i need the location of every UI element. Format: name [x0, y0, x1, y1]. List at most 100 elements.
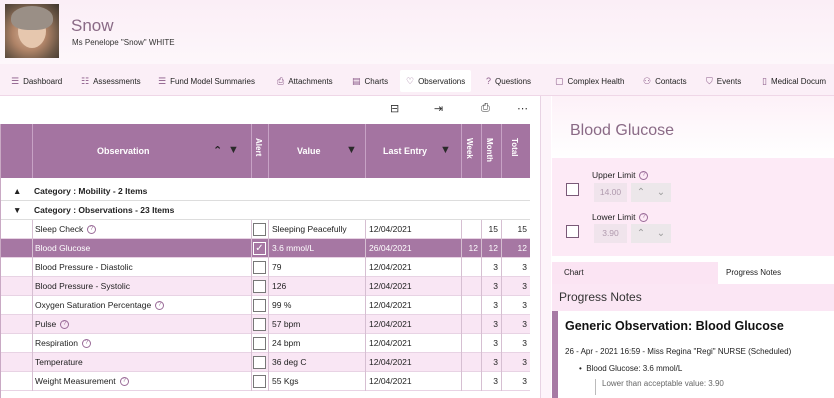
column-header-total[interactable]: Total [502, 124, 530, 178]
tab-questions[interactable]: ? Questions [486, 70, 531, 92]
alert-checkbox[interactable] [253, 356, 266, 369]
column-header-value[interactable]: Value ▼ [269, 124, 366, 178]
layout-icon[interactable]: ⊟ [390, 102, 399, 115]
upper-limit-checkbox[interactable] [566, 183, 579, 196]
progress-note-card[interactable]: Generic Observation: Blood Glucose 26 - … [552, 311, 834, 398]
month-cell: 3 [482, 353, 502, 372]
subtab-chart[interactable]: Chart [564, 262, 584, 284]
export-icon[interactable]: ⇥ [434, 102, 443, 115]
alert-checkbox[interactable] [253, 375, 266, 388]
alert-checkbox[interactable] [253, 261, 266, 274]
lower-limit-label: Lower Limit? [592, 212, 649, 223]
alert-checkbox[interactable] [253, 223, 266, 236]
observation-name-cell: Blood Glucose [33, 239, 252, 258]
alert-checkmark-icon[interactable]: ✓ [253, 242, 266, 255]
column-header-alert[interactable]: Alert [252, 124, 269, 178]
filter-icon[interactable]: ▼ [440, 144, 451, 156]
column-header-month[interactable]: Month [482, 124, 502, 178]
tab-fund-model-summaries[interactable]: ☰ Fund Model Summaries [158, 70, 255, 92]
info-icon[interactable]: ? [639, 171, 649, 181]
column-header-last-entry[interactable]: Last Entry ▼ [366, 124, 462, 178]
decrement-icon[interactable]: ⌄ [657, 183, 665, 202]
alert-cell: ✓ [252, 239, 269, 258]
table-row[interactable]: Oxygen Saturation Percentage? 99 % 12/04/2… [1, 296, 530, 315]
tab-attachments[interactable]: ⎙ Attachments [277, 70, 333, 92]
table-row[interactable]: Blood Glucose ✓ 3.6 mmol/L 26/04/2021 12 12 12 [1, 239, 530, 258]
table-row[interactable]: Sleep Check? Sleeping Peacefully 12/04/202… [1, 220, 530, 239]
category-row-observations[interactable]: ▼ Category : Observations - 23 Items [1, 201, 530, 220]
month-cell: 12 [482, 239, 502, 258]
increment-icon[interactable]: ⌃ [637, 183, 645, 202]
print-icon[interactable]: ⎙ [481, 102, 490, 115]
note-bullet: • Blood Glucose: 3.6 mmol/L [579, 364, 683, 373]
info-icon[interactable]: ? [119, 377, 129, 387]
tab-dashboard[interactable]: ☰ Dashboard [11, 70, 62, 92]
lower-limit-field[interactable]: 3.90 [594, 224, 627, 243]
table-row[interactable]: Temperature 36 deg C 12/04/2021 3 3 [1, 353, 530, 372]
info-icon[interactable]: ? [155, 301, 165, 311]
filter-icon[interactable]: ▼ [228, 144, 239, 156]
total-cell: 3 [502, 353, 530, 372]
tab-assessments[interactable]: ☷ Assessments [81, 70, 141, 92]
tab-medical-documents[interactable]: ▯ Medical Docum [762, 70, 826, 92]
lower-limit-stepper[interactable]: ⌃ ⌄ [631, 224, 671, 243]
table-row[interactable]: Pulse? 57 bpm 12/04/2021 3 3 [1, 315, 530, 334]
info-icon[interactable]: ? [639, 213, 649, 223]
upper-limit-stepper[interactable]: ⌃ ⌄ [631, 183, 671, 202]
paperclip-icon: ⎙ [277, 76, 285, 86]
collapse-arrow-icon[interactable]: ▲ [13, 182, 33, 201]
month-cell: 3 [482, 372, 502, 391]
observation-name-cell: Blood Pressure - Diastolic [33, 258, 252, 277]
filter-icon[interactable]: ▼ [346, 144, 357, 156]
alert-checkbox[interactable] [253, 318, 266, 331]
last-entry-cell: 12/04/2021 [366, 220, 462, 239]
last-entry-cell: 12/04/2021 [366, 277, 462, 296]
table-row[interactable]: Weight Measurement? 55 Kgs 12/04/2021 3 3 [1, 372, 530, 391]
value-cell: 99 % [269, 296, 366, 315]
tab-complex-health[interactable]: ▢ Complex Health [555, 70, 624, 92]
alert-cell [252, 372, 269, 391]
table-row[interactable]: Respiration? 24 bpm 12/04/2021 3 3 [1, 334, 530, 353]
panel-splitter[interactable] [540, 96, 551, 398]
total-cell: 3 [502, 334, 530, 353]
lower-limit-checkbox[interactable] [566, 225, 579, 238]
table-row[interactable]: Blood Pressure - Diastolic 79 12/04/2021 3 3 [1, 258, 530, 277]
week-cell [462, 372, 482, 391]
tab-charts[interactable]: ▤ Charts [352, 70, 388, 92]
patient-nickname: Snow [71, 16, 114, 35]
alert-checkbox[interactable] [253, 337, 266, 350]
decrement-icon[interactable]: ⌄ [657, 224, 665, 243]
sort-ascending-icon[interactable]: ⌃ [213, 144, 222, 157]
last-entry-cell: 12/04/2021 [366, 353, 462, 372]
category-row-mobility[interactable]: ▲ Category : Mobility - 2 Items [1, 182, 530, 201]
alert-checkbox[interactable] [253, 280, 266, 293]
value-cell: 3.6 mmol/L [269, 239, 366, 258]
subtab-progress-notes[interactable]: Progress Notes [718, 262, 834, 284]
observation-name-cell: Weight Measurement? [33, 372, 252, 391]
observation-name-cell: Blood Pressure - Systolic [33, 277, 252, 296]
note-meta: 26 - Apr - 2021 16:59 - Miss Regina "Reg… [565, 347, 792, 356]
table-row[interactable]: Blood Pressure - Systolic 126 12/04/2021 3 3 [1, 277, 530, 296]
charts-icon: ▤ [352, 76, 361, 86]
info-icon[interactable]: ? [87, 225, 97, 235]
more-options-icon[interactable]: ⋯ [517, 102, 528, 115]
tab-events[interactable]: ⛉ Events [706, 70, 741, 92]
patient-full-name: Ms Penelope "Snow" WHITE [72, 38, 175, 47]
increment-icon[interactable]: ⌃ [637, 224, 645, 243]
tab-contacts[interactable]: ⚇ Contacts [643, 70, 687, 92]
progress-notes-title: Progress Notes [559, 290, 642, 304]
expand-arrow-icon[interactable]: ▼ [13, 201, 33, 220]
column-header-observation[interactable]: Observation ⌃ ▼ [33, 124, 252, 178]
total-cell: 3 [502, 315, 530, 334]
observation-name-cell: Sleep Check? [33, 220, 252, 239]
value-cell: 126 [269, 277, 366, 296]
limits-section: Upper Limit? 14.00 ⌃ ⌄ Lower Limit? 3.90 … [552, 158, 834, 256]
info-icon[interactable]: ? [82, 339, 91, 349]
upper-limit-field[interactable]: 14.00 [594, 183, 627, 202]
week-cell [462, 315, 482, 334]
alert-checkbox[interactable] [253, 299, 266, 312]
info-icon[interactable]: ? [60, 320, 70, 330]
column-header-week[interactable]: Week [462, 124, 482, 178]
tab-observations[interactable]: ♡ Observations [400, 70, 472, 92]
month-cell: 3 [482, 277, 502, 296]
